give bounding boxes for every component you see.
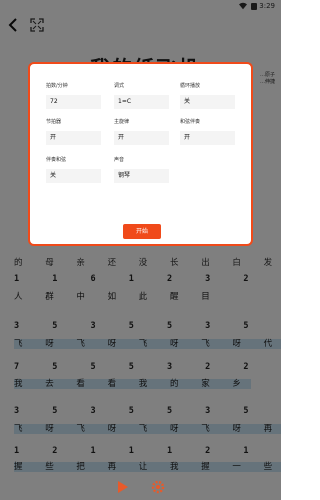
loop-field[interactable]: 关 (180, 95, 235, 109)
accompaniment-chord-field[interactable]: 关 (46, 169, 101, 183)
key-label: 调式 (114, 83, 125, 89)
metronome-field[interactable]: 开 (46, 131, 101, 145)
metronome-label: 节拍器 (46, 119, 62, 125)
tempo-field[interactable]: 72 (46, 95, 101, 109)
playback-settings-dialog: 拍数/分钟 72 调式 1=C 循环播放 关 节拍器 开 主旋律 开 和弦伴奏 … (28, 62, 253, 246)
melody-field[interactable]: 开 (114, 131, 169, 145)
melody-label: 主旋律 (114, 119, 130, 125)
sound-label: 声音 (114, 157, 125, 163)
chord-accompaniment-label: 和弦伴奏 (180, 119, 201, 125)
chord-accompaniment-field[interactable]: 开 (180, 131, 235, 145)
gear-icon[interactable] (150, 479, 166, 495)
start-button[interactable]: 开始 (123, 224, 161, 239)
play-icon[interactable] (114, 479, 130, 495)
sound-field[interactable]: 钢琴 (114, 169, 169, 183)
tempo-label: 拍数/分钟 (46, 83, 68, 89)
playback-controls (0, 475, 281, 500)
loop-label: 循环播放 (180, 83, 201, 89)
accompaniment-chord-label: 伴奏和弦 (46, 157, 67, 163)
key-field[interactable]: 1=C (114, 95, 169, 109)
